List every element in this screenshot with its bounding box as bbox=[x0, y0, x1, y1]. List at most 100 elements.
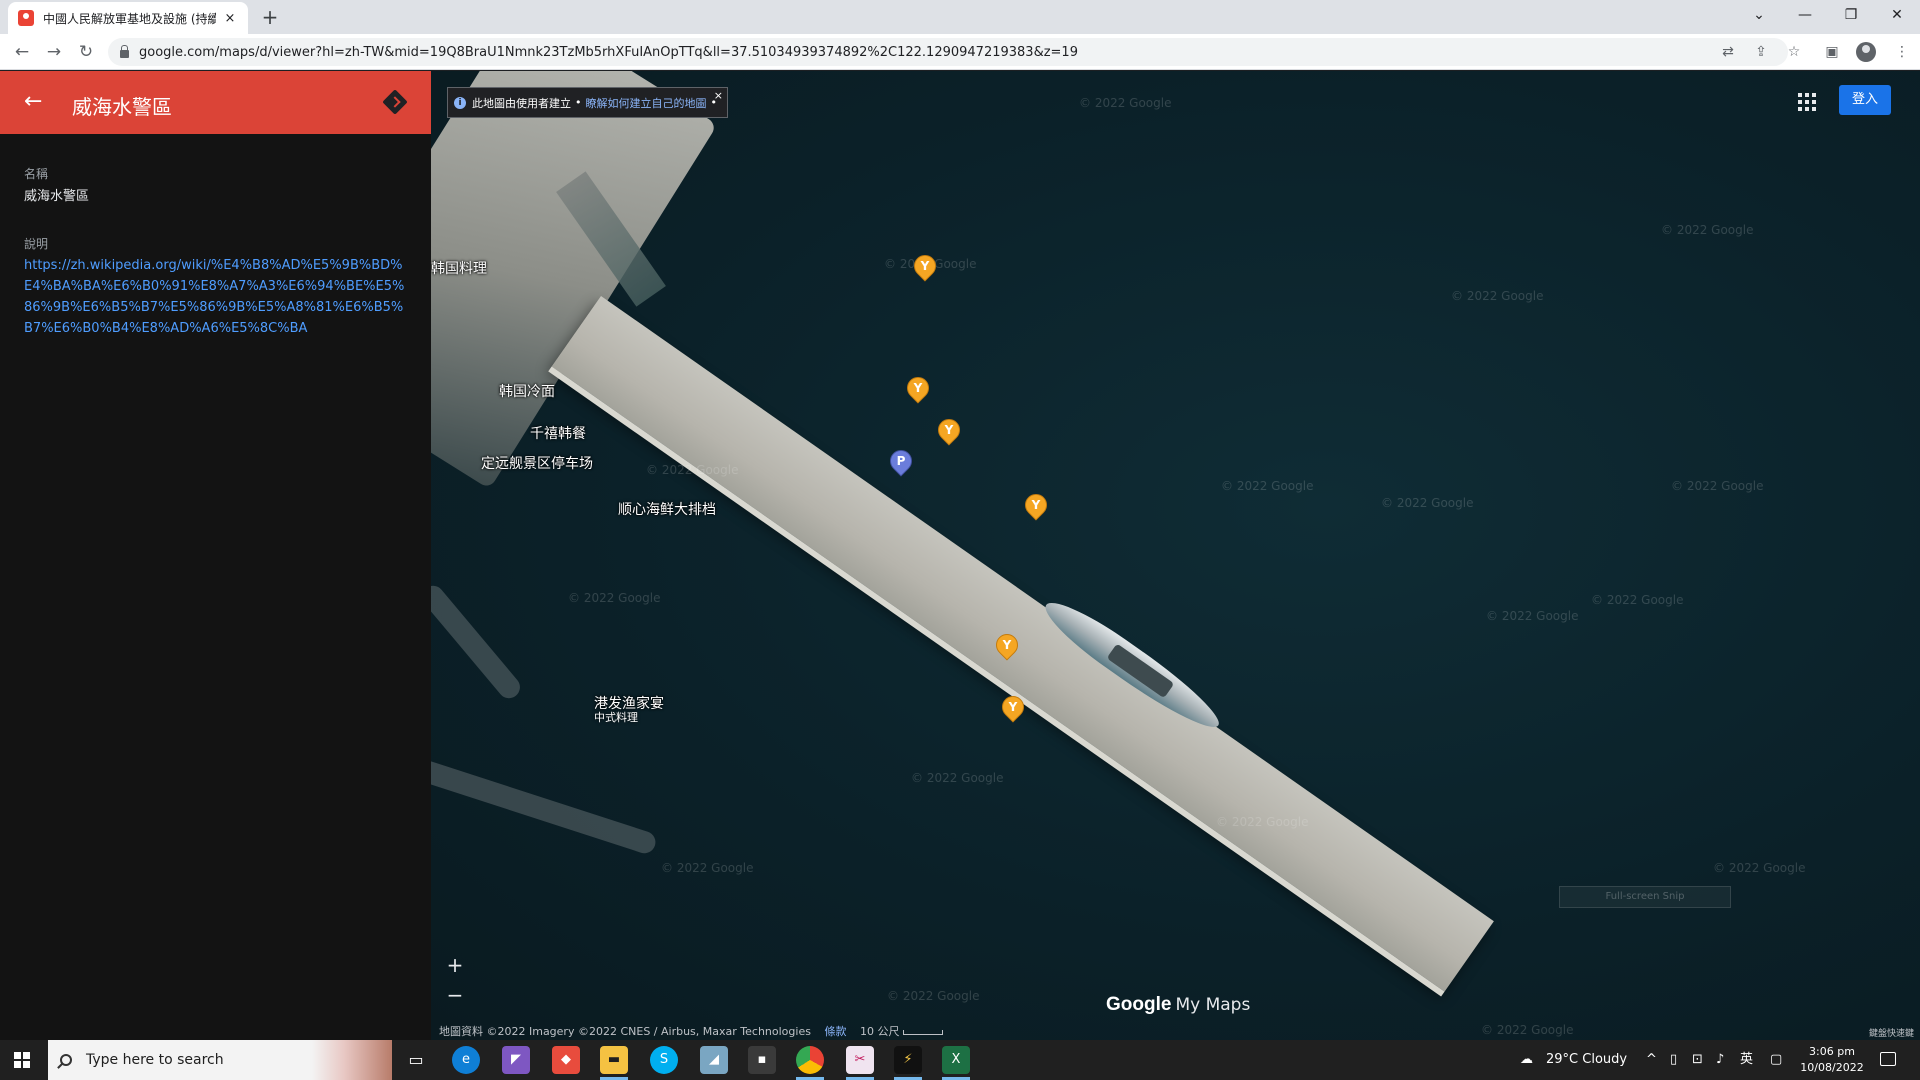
browser-tab[interactable]: 中國人民解放軍基地及設施 (持續 × bbox=[8, 2, 248, 34]
terminal-icon[interactable]: ▪ bbox=[748, 1046, 776, 1074]
map-watermark: © 2022 Google bbox=[1713, 861, 1806, 875]
zoom-in-button[interactable]: + bbox=[441, 951, 469, 979]
notice-text: 此地圖由使用者建立 bbox=[472, 96, 571, 110]
place-label[interactable]: 千禧韩餐 bbox=[530, 423, 586, 443]
terms-link[interactable]: 條款 bbox=[824, 1025, 846, 1038]
url-text[interactable]: google.com/maps/d/viewer?hl=zh-TW&mid=19… bbox=[139, 45, 1078, 60]
google-apps-icon[interactable] bbox=[1798, 93, 1816, 111]
windows-taskbar: Type here to search ▭ e ◤ ◆ ▬ S ◢ ▪ ✂ ⚡ … bbox=[0, 1040, 1920, 1080]
name-value: 威海水警區 bbox=[24, 189, 90, 204]
map-watermark: © 2022 Google bbox=[1221, 479, 1314, 493]
tab-close-icon[interactable]: × bbox=[222, 11, 238, 26]
skype-icon[interactable]: S bbox=[650, 1046, 678, 1074]
restaurant-pin-icon[interactable]: Y bbox=[909, 250, 941, 282]
reload-icon[interactable]: ↻ bbox=[74, 40, 98, 64]
lock-icon[interactable] bbox=[120, 44, 129, 58]
description-label: 說明 bbox=[24, 237, 49, 251]
notice-separator: • bbox=[575, 96, 582, 109]
input-mode-icon[interactable]: ▢ bbox=[1770, 1040, 1782, 1080]
visual-studio-icon[interactable]: ◤ bbox=[502, 1046, 530, 1074]
taskbar-search-box[interactable]: Type here to search bbox=[48, 1040, 392, 1080]
panel-back-icon[interactable]: ← bbox=[24, 89, 42, 114]
search-highlight-art bbox=[312, 1040, 392, 1080]
tab-search-icon[interactable]: ⌄ bbox=[1736, 0, 1782, 30]
parking-pin-icon[interactable]: P bbox=[885, 445, 917, 477]
anydesk-icon[interactable]: ◆ bbox=[552, 1046, 580, 1074]
pier-edge bbox=[548, 366, 1445, 997]
windows-start-icon[interactable] bbox=[14, 1052, 30, 1068]
keyboard-shortcuts-link[interactable]: 鍵盤快速鍵 bbox=[1869, 1026, 1914, 1039]
restaurant-pin-icon[interactable]: Y bbox=[933, 414, 965, 446]
map-watermark: © 2022 Google bbox=[568, 591, 661, 605]
browser-menu-icon[interactable]: ⋮ bbox=[1890, 40, 1914, 64]
new-tab-button[interactable]: + bbox=[258, 5, 282, 29]
share-icon[interactable]: ⇪ bbox=[1749, 40, 1773, 64]
scale-label[interactable]: 10 公尺 bbox=[860, 1025, 900, 1038]
sticky-notes-icon[interactable]: ⚡ bbox=[894, 1046, 922, 1074]
profile-avatar-icon[interactable] bbox=[1856, 42, 1876, 62]
description-link[interactable]: https://zh.wikipedia.org/wiki/%E4%B8%AD%… bbox=[24, 255, 406, 339]
forward-icon[interactable]: → bbox=[42, 40, 66, 64]
translate-icon[interactable]: ⇄ bbox=[1716, 40, 1740, 64]
panel-title: 威海水警區 bbox=[72, 95, 172, 119]
browser-tab-strip: 中國人民解放軍基地及設施 (持續 × + ⌄ — ❐ ✕ bbox=[0, 0, 1920, 34]
map-watermark: © 2022 Google bbox=[911, 771, 1004, 785]
zoom-out-button[interactable]: − bbox=[441, 981, 469, 1009]
snipping-tool-icon[interactable]: ✂ bbox=[846, 1046, 874, 1074]
sign-in-button[interactable]: 登入 bbox=[1839, 85, 1891, 115]
minimize-button[interactable]: — bbox=[1782, 0, 1828, 30]
place-sublabel: 中式料理 bbox=[594, 711, 638, 724]
task-view-icon[interactable]: ▭ bbox=[402, 1046, 430, 1074]
battery-icon[interactable]: ▯ bbox=[1670, 1040, 1677, 1080]
pier bbox=[548, 296, 1494, 997]
side-panel-icon[interactable]: ▣ bbox=[1820, 40, 1844, 64]
notification-center-icon[interactable] bbox=[1880, 1052, 1896, 1066]
close-window-button[interactable]: ✕ bbox=[1874, 0, 1920, 30]
network-icon[interactable]: ⊡ bbox=[1692, 1040, 1703, 1080]
file-explorer-icon[interactable]: ▬ bbox=[600, 1046, 628, 1074]
weather-icon[interactable]: ☁ bbox=[1520, 1040, 1533, 1080]
place-label[interactable]: 韩国冷面 bbox=[499, 381, 555, 401]
map-watermark: © 2022 Google bbox=[1079, 96, 1172, 110]
bookmark-star-icon[interactable]: ☆ bbox=[1782, 40, 1806, 64]
restaurant-pin-icon[interactable]: Y bbox=[902, 372, 934, 404]
learn-create-map-link[interactable]: 瞭解如何建立自己的地圖 bbox=[586, 95, 707, 111]
map-watermark: © 2022 Google bbox=[1661, 223, 1754, 237]
volume-icon[interactable]: ♪ bbox=[1716, 1040, 1724, 1080]
map-watermark: © 2022 Google bbox=[1486, 609, 1579, 623]
chrome-icon[interactable] bbox=[796, 1046, 824, 1074]
map-watermark: © 2022 Google bbox=[1451, 289, 1544, 303]
excel-icon[interactable]: X bbox=[942, 1046, 970, 1074]
clock-date: 10/08/2022 bbox=[1800, 1061, 1864, 1074]
back-icon[interactable]: ← bbox=[10, 40, 34, 64]
user-map-notice: i 此地圖由使用者建立 • 瞭解如何建立自己的地圖 • × bbox=[447, 87, 728, 118]
panel-header: ← 威海水警區 bbox=[0, 71, 431, 134]
taskbar-clock[interactable]: 3:06 pm 10/08/2022 bbox=[1800, 1044, 1864, 1076]
scale-bar bbox=[903, 1029, 944, 1035]
search-icon bbox=[60, 1054, 72, 1066]
weather-widget[interactable]: 29°C Cloudy bbox=[1546, 1040, 1627, 1080]
address-bar[interactable]: google.com/maps/d/viewer?hl=zh-TW&mid=19… bbox=[108, 38, 1788, 66]
notice-close-icon[interactable]: × bbox=[714, 89, 723, 102]
feature-detail-panel: ← 威海水警區 名稱 威海水警區 說明 https://zh.wikipedia… bbox=[0, 71, 431, 1040]
map-watermark: © 2022 Google bbox=[1671, 479, 1764, 493]
edge-icon[interactable]: e bbox=[452, 1046, 480, 1074]
directions-icon[interactable] bbox=[382, 89, 408, 115]
my-maps-logo-text: My Maps bbox=[1175, 995, 1251, 1015]
ime-indicator[interactable]: 英 bbox=[1740, 1040, 1753, 1080]
place-label[interactable]: 顺心海鲜大排档 bbox=[618, 499, 716, 519]
road-segment bbox=[431, 581, 525, 703]
show-hidden-icons-icon[interactable]: ^ bbox=[1646, 1040, 1657, 1080]
map-watermark: © 2022 Google bbox=[1381, 496, 1474, 510]
restore-button[interactable]: ❐ bbox=[1828, 0, 1874, 30]
notes-app-icon[interactable]: ◢ bbox=[700, 1046, 728, 1074]
place-label[interactable]: 定远舰景区停车场 bbox=[481, 453, 593, 473]
maps-favicon-icon bbox=[18, 10, 34, 26]
map-canvas[interactable]: © 2022 Google © 2022 Google © 2022 Googl… bbox=[431, 71, 1920, 1040]
clock-time: 3:06 pm bbox=[1809, 1045, 1855, 1058]
search-placeholder: Type here to search bbox=[86, 1052, 224, 1068]
google-my-maps-logo: Google My Maps bbox=[1106, 993, 1250, 1016]
place-label[interactable]: 韩国料理 bbox=[431, 258, 487, 278]
restaurant-pin-icon[interactable]: Y bbox=[1020, 489, 1052, 521]
browser-toolbar: ← → ↻ google.com/maps/d/viewer?hl=zh-TW&… bbox=[0, 34, 1920, 70]
